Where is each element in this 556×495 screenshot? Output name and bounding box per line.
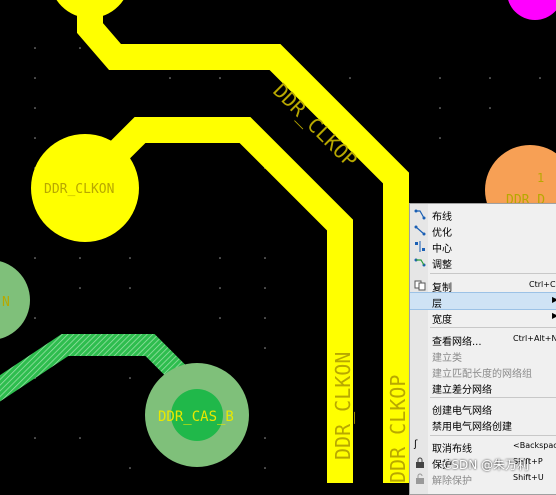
- menu-item-create-class[interactable]: 建立类: [410, 347, 556, 364]
- unlock-icon: [416, 473, 424, 484]
- menu-item-layer[interactable]: 层 ▶: [410, 292, 556, 310]
- menu-label: 查看网络...: [432, 337, 482, 348]
- menu-separator: [430, 397, 556, 398]
- menu-item-route[interactable]: 布线: [410, 206, 556, 223]
- menu-label: 布线: [432, 212, 452, 223]
- menu-separator: [430, 273, 556, 274]
- menu-label: 调整: [432, 260, 452, 271]
- menu-item-copy[interactable]: 复制 Ctrl+C: [410, 277, 556, 294]
- menu-label: 禁用电气网络创建: [432, 422, 512, 433]
- menu-item-create-diff-pair[interactable]: 建立差分网络: [410, 379, 556, 396]
- lock-icon: [416, 457, 424, 468]
- menu-item-disable-electrical-net[interactable]: 禁用电气网络创建: [410, 416, 556, 433]
- menu-label: 宽度: [432, 315, 452, 326]
- menu-shortcut: Ctrl+C: [529, 280, 556, 289]
- unroute-icon: ʃ: [414, 439, 418, 450]
- menu-label: 优化: [432, 228, 452, 239]
- menu-label: 层: [432, 299, 442, 310]
- menu-label: 中心: [432, 244, 452, 255]
- watermark: CSDN @朱万利: [443, 458, 530, 472]
- menu-separator: [430, 327, 556, 328]
- menu-label: 取消布线: [432, 444, 472, 455]
- menu-item-create-matched-length-group[interactable]: 建立匹配长度的网络组: [410, 363, 556, 380]
- clkon-trace-label: DDR_CLKON: [331, 352, 355, 460]
- menu-label: 解除保护: [432, 476, 472, 487]
- submenu-arrow-icon: ▶: [552, 295, 556, 304]
- optimize-icon: [414, 225, 426, 236]
- adjust-icon: [414, 258, 426, 267]
- menu-item-unroute[interactable]: ʃ 取消布线 <Backspace>: [410, 438, 556, 455]
- copy-icon: [414, 280, 426, 291]
- menu-item-create-electrical-net[interactable]: 创建电气网络: [410, 400, 556, 417]
- menu-shortcut: Ctrl+Alt+N: [513, 334, 556, 343]
- submenu-arrow-icon: ▶: [552, 311, 556, 320]
- menu-separator: [430, 435, 556, 436]
- left-pad-label: N: [2, 295, 10, 310]
- center-icon: [415, 241, 425, 252]
- menu-item-view-nets[interactable]: 查看网络... Ctrl+Alt+N: [410, 331, 556, 348]
- clkop-trace2-label: DDR_CLKOP: [386, 375, 410, 483]
- cas-pad-label: DDR_CAS_B: [158, 409, 234, 425]
- context-menu: 布线 优化 中心 调整 复制 Ctrl+C 层 ▶ 宽度 ▶ 查看网络... C…: [409, 203, 556, 495]
- clkon-pad-label: DDR_CLKON: [44, 182, 114, 197]
- menu-label: 创建电气网络: [432, 406, 492, 417]
- menu-item-adjust[interactable]: 调整: [410, 254, 556, 271]
- menu-label: 建立类: [432, 353, 462, 364]
- menu-item-optimize[interactable]: 优化: [410, 222, 556, 239]
- menu-label: 建立匹配长度的网络组: [432, 369, 532, 380]
- route-icon: [414, 209, 426, 220]
- right-pad-number: 1: [537, 171, 544, 185]
- menu-label: 建立差分网络: [432, 385, 492, 396]
- menu-item-width[interactable]: 宽度 ▶: [410, 309, 556, 326]
- menu-shortcut: <Backspace>: [513, 441, 556, 450]
- menu-item-center[interactable]: 中心: [410, 238, 556, 255]
- menu-shortcut: Shift+U: [513, 473, 544, 482]
